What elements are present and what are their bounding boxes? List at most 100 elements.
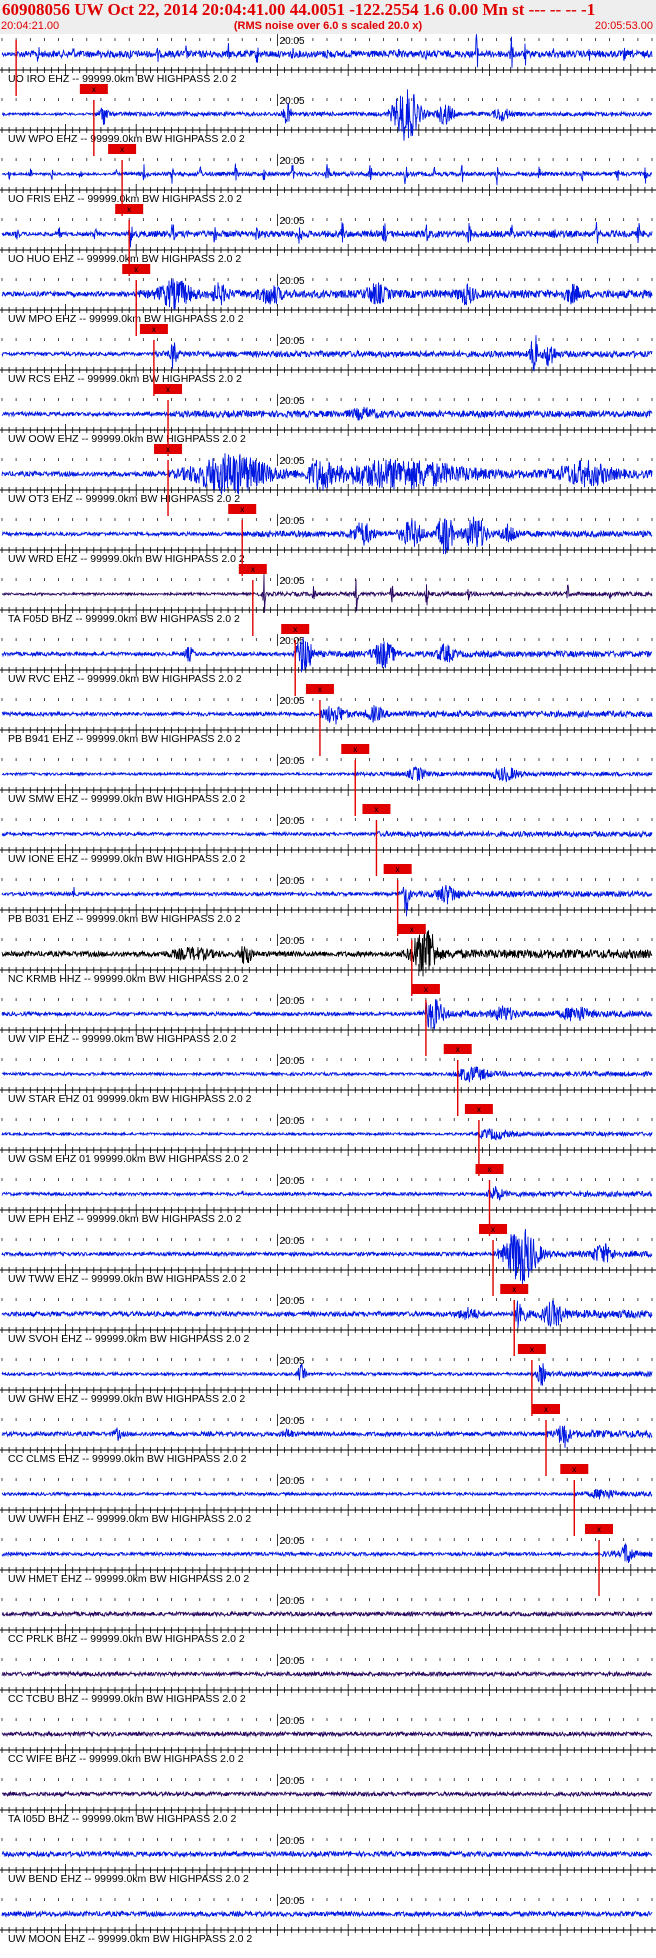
upper-ticks bbox=[1, 1538, 653, 1541]
waveform bbox=[1, 829, 653, 839]
waveform bbox=[1, 1610, 653, 1618]
waveform bbox=[1, 406, 653, 421]
upper-ticks bbox=[1, 98, 653, 101]
station-label: UW RVC EHZ -- 99999.0km BW HIGHPASS 2.0 … bbox=[8, 673, 242, 685]
station-label: UW SMW EHZ -- 99999.0km BW HIGHPASS 2.0 … bbox=[8, 793, 245, 805]
waveform bbox=[1, 1186, 653, 1201]
waveform bbox=[1, 1128, 653, 1141]
station-label: CC TCBU BHZ -- 99999.0km BW HIGHPASS 2.0… bbox=[8, 1693, 246, 1705]
trace-row: 20:05 UW MOON EHZ -- 99999.0km BW HIGHPAS… bbox=[0, 1894, 656, 1945]
upper-ticks bbox=[1, 38, 653, 41]
station-label: TA I05D BHZ -- 99999.0km BW HIGHPASS 2.0… bbox=[8, 1813, 237, 1825]
upper-ticks bbox=[1, 1358, 653, 1361]
waveform bbox=[1, 1488, 653, 1500]
pick-label: x bbox=[597, 1525, 601, 1534]
upper-ticks bbox=[1, 398, 653, 401]
station-label: UW WRD EHZ -- 99999.0km BW HIGHPASS 2.0 … bbox=[8, 553, 245, 565]
upper-ticks bbox=[1, 878, 653, 881]
upper-ticks bbox=[1, 1418, 653, 1421]
trace-row: 20:05 UW WPO EHZ -- 99999.0km BW HIGHPASS… bbox=[0, 84, 656, 156]
station-label: UW STAR EHZ 01 99999.0km BW HIGHPASS 2.0… bbox=[8, 1093, 252, 1105]
event-title: 60908056 UW Oct 22, 2014 20:04:41.00 44.… bbox=[2, 0, 596, 19]
pick-label: x bbox=[374, 805, 378, 814]
minute-tick-label: 20:05 bbox=[280, 1056, 305, 1067]
waveform bbox=[1, 278, 653, 310]
waveform bbox=[1, 1300, 653, 1328]
upper-ticks bbox=[1, 458, 653, 461]
station-label: UW MOON EHZ -- 99999.0km BW HIGHPASS 2.0… bbox=[8, 1933, 252, 1945]
minute-tick-label: 20:05 bbox=[280, 216, 305, 227]
station-label: CC WIFE BHZ -- 99999.0km BW HIGHPASS 2.0… bbox=[8, 1753, 244, 1765]
waveform bbox=[1, 1425, 653, 1448]
station-label: CC CLMS EHZ -- 99999.0km BW HIGHPASS 2.0… bbox=[8, 1453, 247, 1465]
upper-ticks bbox=[1, 1778, 653, 1781]
minute-tick-label: 20:05 bbox=[280, 276, 305, 287]
pick-label: x bbox=[240, 505, 244, 514]
station-label: UO HUO EHZ -- 99999.0km BW HIGHPASS 2.0 … bbox=[8, 253, 241, 265]
trace-row: 20:05 UW OOW EHZ -- 99999.0km BW HIGHPASS… bbox=[0, 384, 656, 456]
trace-row: 20:05 UW VIP EHZ -- 99999.0km BW HIGHPASS… bbox=[0, 984, 656, 1056]
header-bar: 60908056 UW Oct 22, 2014 20:04:41.00 44.… bbox=[0, 0, 656, 34]
minute-tick-label: 20:05 bbox=[280, 1476, 305, 1487]
trace-row: 20:05 UW WRD EHZ -- 99999.0km BW HIGHPASS… bbox=[0, 504, 656, 576]
minute-tick-label: 20:05 bbox=[280, 576, 305, 587]
upper-ticks bbox=[1, 1838, 653, 1841]
trace-row: 20:05 TA I05D BHZ -- 99999.0km BW HIGHPAS… bbox=[0, 1774, 656, 1825]
pick-label: x bbox=[477, 1105, 481, 1114]
station-label: UW VIP EHZ -- 99999.0km BW HIGHPASS 2.0 … bbox=[8, 1033, 237, 1045]
minute-tick-label: 20:05 bbox=[280, 1416, 305, 1427]
waveform bbox=[1, 1730, 653, 1738]
pick-label: x bbox=[572, 1465, 576, 1474]
waveform bbox=[1, 1849, 653, 1859]
upper-ticks bbox=[1, 1898, 653, 1901]
upper-ticks bbox=[1, 1238, 653, 1241]
station-label: UW RCS EHZ -- 99999.0km BW HIGHPASS 2.0 … bbox=[8, 373, 242, 385]
trace-row: 20:05 UW BEND EHZ -- 99999.0km BW HIGHPAS… bbox=[0, 1834, 656, 1885]
trace-row: 20:05 CC WIFE BHZ -- 99999.0km BW HIGHPAS… bbox=[0, 1714, 656, 1765]
minute-tick-label: 20:05 bbox=[280, 1296, 305, 1307]
station-label: UW WPO EHZ -- 99999.0km BW HIGHPASS 2.0 … bbox=[8, 133, 245, 145]
pick-label: x bbox=[318, 685, 322, 694]
waveform bbox=[1, 1909, 653, 1919]
station-label: NC KRMB HHZ -- 99999.0km BW HIGHPASS 2.0… bbox=[8, 973, 248, 985]
station-label: UW BEND EHZ -- 99999.0km BW HIGHPASS 2.0… bbox=[8, 1873, 249, 1885]
upper-ticks bbox=[1, 998, 653, 1001]
end-time: 20:05:53.00 bbox=[594, 20, 653, 32]
station-label: UW MPO EHZ -- 99999.0km BW HIGHPASS 2.0 … bbox=[8, 313, 244, 325]
station-label: UW OT3 EHZ -- 99999.0km BW HIGHPASS 2.0 … bbox=[8, 493, 240, 505]
scaling-note: (RMS noise over 6.0 s scaled 20.0 x) bbox=[233, 20, 423, 32]
upper-ticks bbox=[1, 698, 653, 701]
station-label: UW UWFH EHZ -- 99999.0km BW HIGHPASS 2.0… bbox=[8, 1513, 251, 1525]
trace-row: 20:05 UW SMW EHZ -- 99999.0km BW HIGHPASS… bbox=[0, 744, 656, 816]
pick-label: x bbox=[251, 565, 255, 574]
pick-label: x bbox=[166, 385, 170, 394]
waveform bbox=[1, 998, 653, 1031]
upper-ticks bbox=[1, 938, 653, 941]
minute-tick-label: 20:05 bbox=[280, 1716, 305, 1727]
trace-row: 20:05 UW IONE EHZ -- 99999.0km BW HIGHPAS… bbox=[0, 804, 656, 876]
trace-row: 20:05UO FRIS EHZ -- 99999.0km BW HIGHPAS… bbox=[0, 144, 656, 216]
trace-row: 20:05 UW RCS EHZ -- 99999.0km BW HIGHPASS… bbox=[0, 324, 656, 396]
minute-tick-label: 20:05 bbox=[280, 1536, 305, 1547]
trace-row: 20:05 CC CLMS EHZ -- 99999.0km BW HIGHPAS… bbox=[0, 1404, 656, 1476]
minute-tick-label: 20:05 bbox=[280, 936, 305, 947]
pick-label: x bbox=[92, 85, 96, 94]
trace-row: 20:05 PB B031 EHZ -- 99999.0km BW HIGHPAS… bbox=[0, 864, 656, 936]
waveform bbox=[1, 1670, 652, 1678]
trace-row: 20:05 UW SVOH EHZ -- 99999.0km BW HIGHPAS… bbox=[0, 1284, 656, 1356]
minute-tick-label: 20:05 bbox=[280, 96, 305, 107]
minute-tick-label: 20:05 bbox=[280, 396, 305, 407]
minute-tick-label: 20:05 bbox=[280, 1116, 305, 1127]
station-label: UW EPH EHZ -- 99999.0km BW HIGHPASS 2.0 … bbox=[8, 1213, 241, 1225]
upper-ticks bbox=[1, 758, 653, 761]
station-label: UW GHW EHZ -- 99999.0km BW HIGHPASS 2.0 … bbox=[8, 1393, 245, 1405]
upper-ticks bbox=[1, 278, 653, 281]
station-label: UW SVOH EHZ -- 99999.0km BW HIGHPASS 2.0… bbox=[8, 1333, 250, 1345]
minute-tick-label: 20:05 bbox=[280, 1176, 305, 1187]
trace-row: 20:05 UW UWFH EHZ -- 99999.0km BW HIGHPAS… bbox=[0, 1464, 656, 1536]
upper-ticks bbox=[1, 1178, 653, 1181]
station-label: UO FRIS EHZ -- 99999.0km BW HIGHPASS 2.0… bbox=[8, 193, 242, 205]
trace-row: 20:05 CC PRLK BHZ -- 99999.0km BW HIGHPAS… bbox=[0, 1594, 656, 1645]
trace-row: 20:05 UO HUO EHZ -- 99999.0km BW HIGHPASS… bbox=[0, 204, 656, 276]
minute-tick-label: 20:05 bbox=[280, 876, 305, 887]
